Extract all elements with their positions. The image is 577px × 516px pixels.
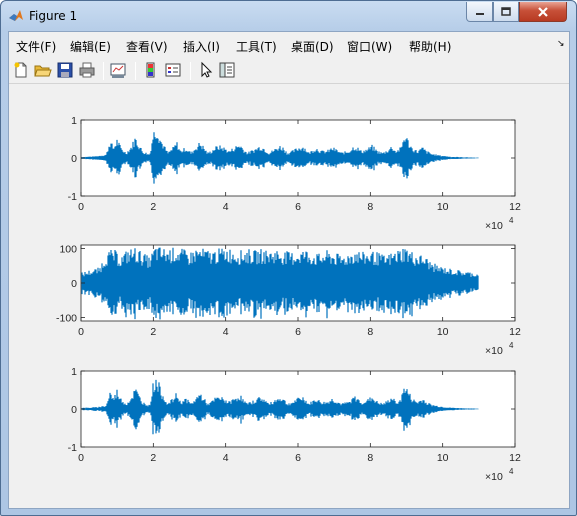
x-tick-label: 12 <box>509 452 521 464</box>
client-area: 文件(F) 编辑(E) 查看(V) 插入(I) 工具(T) 桌面(D) 窗口(W… <box>8 31 570 509</box>
menu-desktop[interactable]: 桌面(D) <box>291 38 334 55</box>
new-figure-icon[interactable] <box>12 61 30 79</box>
x-tick-label: 6 <box>295 452 301 464</box>
save-icon[interactable] <box>56 61 74 79</box>
x-tick-label: 8 <box>367 326 373 338</box>
x-tick-label: 4 <box>223 201 229 213</box>
minimize-button[interactable] <box>466 2 493 22</box>
title-bar[interactable]: Figure 1 <box>1 1 576 31</box>
y-tick-label: 100 <box>59 243 77 255</box>
menu-tools[interactable]: 工具(T) <box>236 38 277 55</box>
x-tick-label: 12 <box>509 326 521 338</box>
menu-edit[interactable]: 编辑(E) <box>70 38 111 55</box>
subplot-1: 0 2 4 6 8 10 12-101×10 4 <box>68 115 521 232</box>
x-tick-label: 6 <box>295 326 301 338</box>
menu-view[interactable]: 查看(V) <box>126 38 168 55</box>
x-exponent-label: ×10 <box>485 471 503 483</box>
menu-insert[interactable]: 插入(I) <box>183 38 220 55</box>
y-tick-label: -100 <box>56 313 77 325</box>
open-file-icon[interactable] <box>34 61 52 79</box>
link-plot-icon[interactable] <box>109 61 127 79</box>
figure-canvas[interactable]: 0 2 4 6 8 10 12 -1 0 1 ×10 4 0 2 4 6 8 10 12 -100 0 100 ×10 4 0 2… <box>9 86 569 508</box>
toolbar-separator <box>103 62 104 80</box>
close-button[interactable] <box>519 2 567 22</box>
maximize-button[interactable] <box>493 2 519 22</box>
print-icon[interactable] <box>78 61 96 79</box>
x-tick-label: 0 <box>78 201 84 213</box>
menu-bar: 文件(F) 编辑(E) 查看(V) 插入(I) 工具(T) 桌面(D) 窗口(W… <box>9 32 569 56</box>
insert-legend-icon[interactable] <box>164 61 182 79</box>
x-exponent-label: ×10 <box>485 345 503 357</box>
x-tick-label: 2 <box>150 452 156 464</box>
x-exponent-label: ×10 <box>485 220 503 232</box>
toolbar-separator <box>190 62 191 80</box>
subplot-2: 0 2 4 6 8 10 12-1000100×10 4 <box>56 243 521 357</box>
y-tick-label: -1 <box>68 191 77 203</box>
x-tick-label: 8 <box>367 452 373 464</box>
menu-file[interactable]: 文件(F) <box>16 38 56 55</box>
y-tick-label: 0 <box>71 278 77 290</box>
x-tick-label: 2 <box>150 201 156 213</box>
edit-plot-arrow-icon[interactable] <box>197 61 215 79</box>
maximize-icon <box>501 7 511 16</box>
figure-toolbar <box>9 58 569 84</box>
x-tick-label: 12 <box>509 201 521 213</box>
menu-help[interactable]: 帮助(H) <box>409 38 451 55</box>
figure-window: Figure 1 文件(F) 编辑(E) 查看(V) 插入(I) 工具(T) 桌… <box>0 0 577 516</box>
y-tick-label: 0 <box>71 153 77 165</box>
y-tick-label: 1 <box>71 115 77 127</box>
x-tick-label: 6 <box>295 201 301 213</box>
x-tick-label: 0 <box>78 326 84 338</box>
show-plot-tools-icon[interactable] <box>218 61 236 79</box>
menu-window[interactable]: 窗口(W) <box>347 38 392 55</box>
x-tick-label: 0 <box>78 452 84 464</box>
x-exponent-power: 4 <box>509 341 514 350</box>
x-exponent-power: 4 <box>509 467 514 476</box>
minimize-icon <box>475 12 484 15</box>
subplots: 0 2 4 6 8 10 12-101×10 40 2 4 6 8 10 12-1000100×10 40 2… <box>56 115 521 483</box>
close-icon <box>538 6 548 17</box>
toolbar-separator <box>135 62 136 80</box>
insert-colorbar-icon[interactable] <box>142 61 160 79</box>
x-exponent-power: 4 <box>509 216 514 225</box>
matlab-icon <box>9 10 23 21</box>
y-tick-label: -1 <box>68 442 77 454</box>
x-tick-label: 10 <box>437 201 449 213</box>
y-tick-label: 0 <box>71 404 77 416</box>
x-tick-label: 10 <box>437 326 449 338</box>
x-tick-label: 10 <box>437 452 449 464</box>
x-tick-label: 2 <box>150 326 156 338</box>
menu-dock-arrow-icon[interactable]: ↘ <box>557 39 565 49</box>
x-tick-label: 8 <box>367 201 373 213</box>
y-tick-label: 1 <box>71 366 77 378</box>
x-tick-label: 4 <box>223 452 229 464</box>
subplot-3: 0 2 4 6 8 10 12-101×10 4 <box>68 366 521 483</box>
window-title: Figure 1 <box>29 9 78 23</box>
x-tick-label: 4 <box>223 326 229 338</box>
